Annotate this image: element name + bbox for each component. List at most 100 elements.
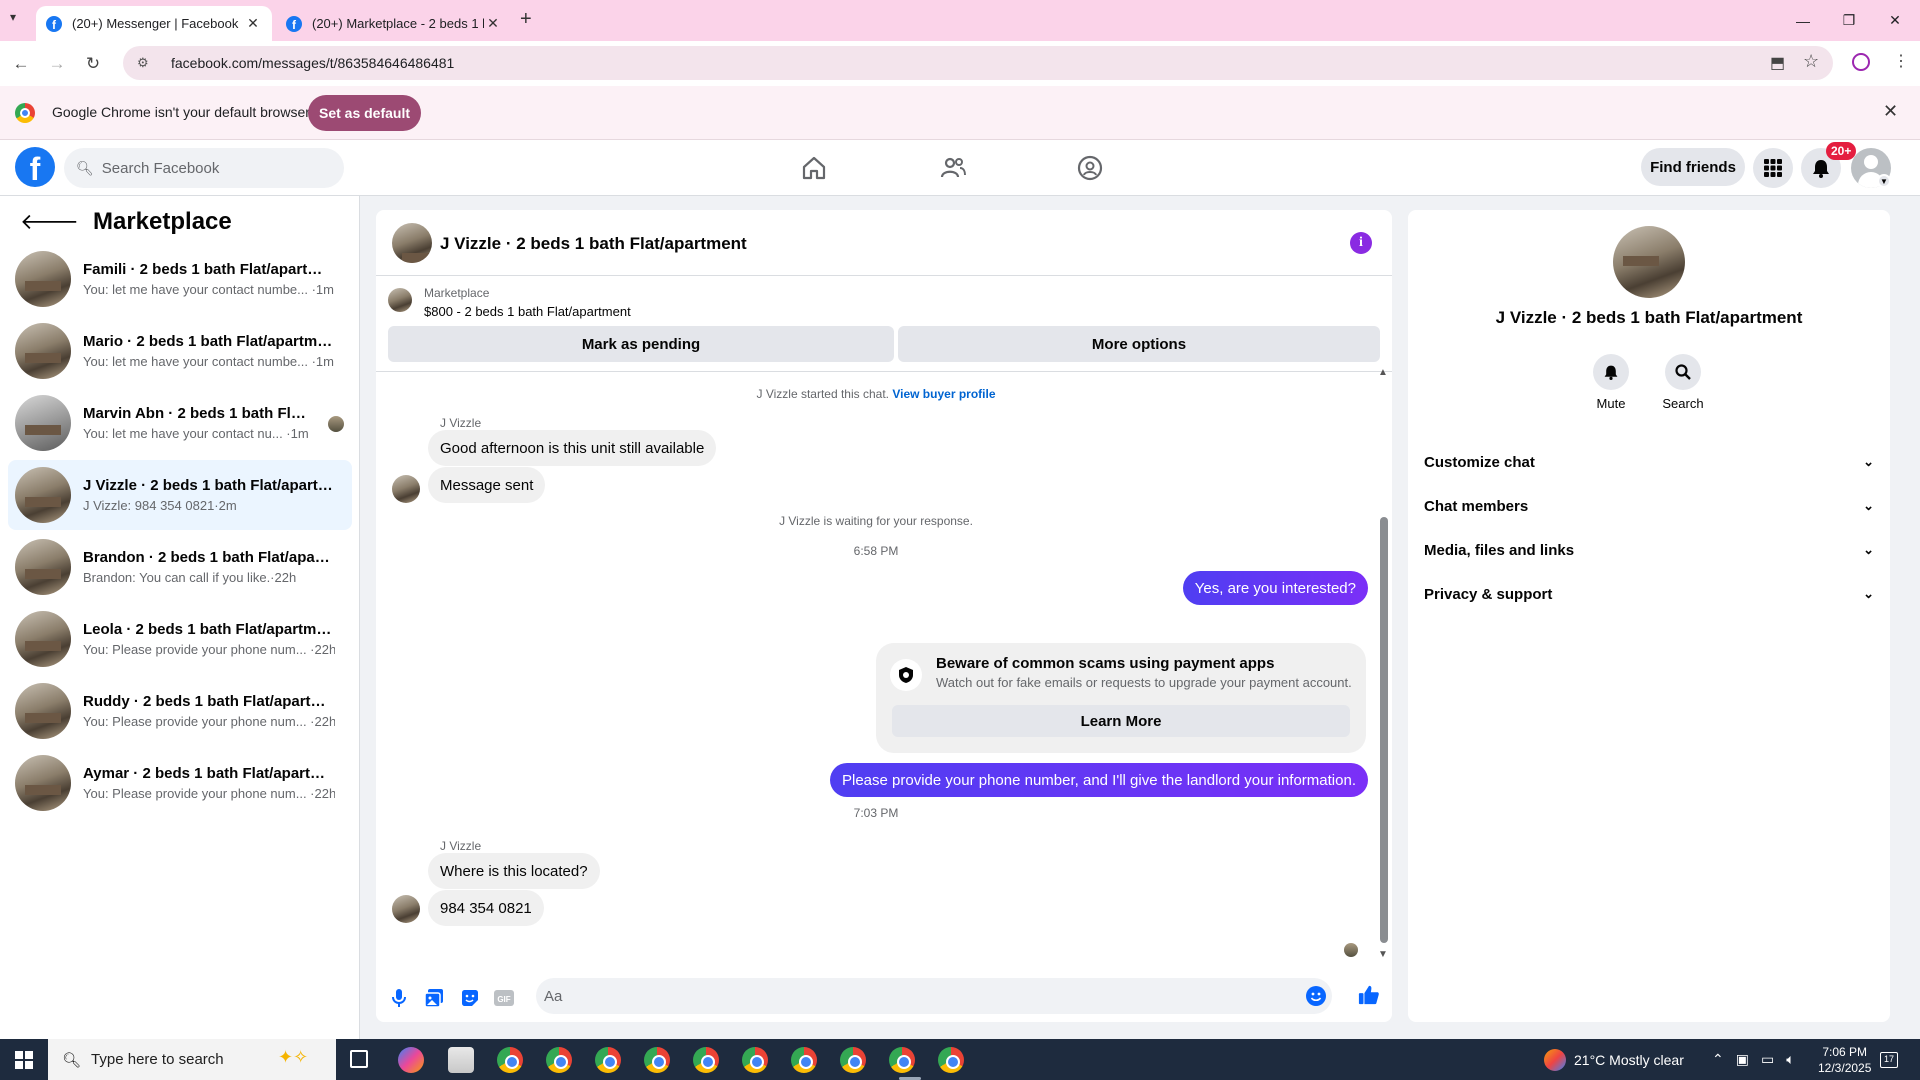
network-icon[interactable]: ▭ [1761, 1051, 1774, 1068]
facebook-logo-icon[interactable]: f [15, 147, 55, 187]
message-input-box[interactable] [536, 978, 1332, 1014]
chat-title[interactable]: J Vizzle · 2 beds 1 bath Flat/apartment [440, 234, 747, 254]
thumbs-up-icon[interactable] [1358, 984, 1380, 1006]
menu-grid-button[interactable] [1753, 148, 1793, 188]
info-icon[interactable]: i [1350, 232, 1372, 254]
chrome-taskbar-icon[interactable] [693, 1047, 719, 1073]
chrome-taskbar-icon[interactable] [595, 1047, 621, 1073]
notification-center[interactable]: 17 [1880, 1039, 1898, 1080]
close-tab-icon[interactable]: ✕ [484, 15, 502, 32]
restore-button[interactable]: ❐ [1826, 0, 1872, 41]
install-app-icon[interactable]: ⬒ [1770, 53, 1785, 73]
incoming-message[interactable]: Where is this located? [428, 853, 600, 889]
start-button[interactable] [0, 1039, 48, 1080]
grid-icon [1764, 159, 1782, 177]
privacy-support-row[interactable]: Privacy & support ⌄ [1424, 576, 1874, 612]
friends-nav-icon[interactable] [931, 146, 975, 190]
view-buyer-profile-link[interactable]: View buyer profile [892, 387, 995, 401]
chevron-up-icon[interactable]: ⌃ [1712, 1051, 1724, 1068]
task-view-icon[interactable] [350, 1050, 368, 1068]
conversation-item[interactable]: J Vizzle · 2 beds 1 bath Flat/apartm... J… [8, 460, 352, 530]
chrome-taskbar-icon[interactable] [546, 1047, 572, 1073]
chrome-taskbar-icon[interactable] [938, 1047, 964, 1073]
scrollbar-thumb[interactable] [1380, 517, 1388, 943]
chat-members-row[interactable]: Chat members ⌄ [1424, 488, 1874, 524]
chrome-taskbar-icon[interactable] [644, 1047, 670, 1073]
media-files-links-row[interactable]: Media, files and links ⌄ [1424, 532, 1874, 568]
profile-icon[interactable] [1852, 53, 1870, 71]
minimize-button[interactable]: — [1780, 0, 1826, 41]
camera-icon[interactable]: ▣ [1736, 1051, 1749, 1068]
learn-more-button[interactable]: Learn More [892, 705, 1350, 737]
set-default-button[interactable]: Set as default [308, 95, 421, 131]
conversation-item[interactable]: Brandon · 2 beds 1 bath Flat/apart... Bra… [8, 532, 352, 602]
chrome-menu-icon[interactable]: ⋮ [1893, 51, 1909, 71]
incoming-message[interactable]: Good afternoon is this unit still availa… [428, 430, 717, 466]
conversation-item[interactable]: Mario · 2 beds 1 bath Flat/apartme... You… [8, 316, 352, 386]
forward-button[interactable]: → [44, 51, 70, 77]
photo-icon[interactable] [423, 987, 445, 1009]
chrome-taskbar-icon[interactable] [840, 1047, 866, 1073]
back-button[interactable]: ← [8, 51, 34, 77]
outgoing-message[interactable]: Yes, are you interested? [1182, 571, 1368, 605]
find-friends-button[interactable]: Find friends [1641, 148, 1745, 186]
close-tab-icon[interactable]: ✕ [244, 15, 262, 32]
weather-widget[interactable]: 21°C Mostly clear [1544, 1039, 1684, 1080]
incoming-message[interactable]: 984 354 0821 [428, 890, 544, 926]
emoji-icon[interactable] [1306, 986, 1326, 1006]
scroll-down-arrow-icon[interactable]: ▼ [1378, 949, 1388, 960]
mark-pending-button[interactable]: Mark as pending [388, 326, 894, 362]
search-conversation-button[interactable]: Search [1653, 354, 1713, 411]
conversation-item[interactable]: Ruddy · 2 beds 1 bath Flat/apartm... You:… [8, 676, 352, 746]
conversation-item[interactable]: Famili · 2 beds 1 bath Flat/apartme... Yo… [8, 244, 352, 314]
gif-icon[interactable]: GIF [493, 987, 515, 1009]
sender-avatar[interactable] [392, 475, 420, 503]
sticker-icon[interactable] [459, 987, 481, 1009]
conversation-item[interactable]: Leola · 2 beds 1 bath Flat/apartment You:… [8, 604, 352, 674]
chrome-taskbar-icon[interactable] [889, 1047, 915, 1073]
outgoing-message[interactable]: Please provide your phone number, and I'… [829, 763, 1368, 797]
tab-marketplace[interactable]: f (20+) Marketplace - 2 beds 1 bath ✕ [276, 6, 512, 41]
chrome-taskbar-icon[interactable] [742, 1047, 768, 1073]
conversation-item[interactable]: Marvin Abn · 2 beds 1 bath Flat/... You: … [8, 388, 352, 458]
volume-icon[interactable]: 🔈︎ [1786, 1051, 1794, 1068]
chat-avatar[interactable] [392, 223, 432, 263]
message-composer: GIF [376, 972, 1392, 1022]
more-options-button[interactable]: More options [898, 326, 1380, 362]
message-thread[interactable]: J Vizzle started this chat. View buyer p… [376, 367, 1392, 963]
microphone-icon[interactable] [388, 987, 410, 1009]
mute-button[interactable]: Mute [1581, 354, 1641, 411]
bookmark-star-icon[interactable]: ☆ [1803, 51, 1819, 72]
home-nav-icon[interactable] [792, 146, 836, 190]
listing-price[interactable]: $800 - 2 beds 1 bath Flat/apartment [424, 304, 631, 319]
back-arrow-icon[interactable]: 🡐 [20, 209, 79, 235]
conversation-preview: You: Please provide your phone num... ·2… [83, 714, 335, 729]
url-bar[interactable]: ⚙ facebook.com/messages/t/86358464648648… [123, 46, 1833, 80]
clock[interactable]: 7:06 PM 12/3/2025 [1818, 1039, 1871, 1080]
taskbar-search[interactable]: 🔍︎ Type here to search ✦✧ [48, 1039, 336, 1080]
customize-chat-row[interactable]: Customize chat ⌄ [1424, 444, 1874, 480]
chrome-taskbar-icon[interactable] [497, 1047, 523, 1073]
app-icon[interactable] [448, 1047, 474, 1073]
close-infobar-icon[interactable]: ✕ [1883, 101, 1898, 122]
scroll-up-arrow-icon[interactable]: ▲ [1378, 367, 1388, 378]
close-window-button[interactable]: ✕ [1872, 0, 1918, 41]
tab-messenger[interactable]: f (20+) Messenger | Facebook ✕ [36, 6, 272, 41]
site-info-icon[interactable]: ⚙ [137, 55, 157, 71]
groups-nav-icon[interactable] [1068, 146, 1112, 190]
chrome-taskbar-icon[interactable] [791, 1047, 817, 1073]
contact-avatar[interactable] [1613, 226, 1685, 298]
new-tab-button[interactable]: + [520, 8, 532, 31]
conversation-item[interactable]: Aymar · 2 beds 1 bath Flat/apartm... You:… [8, 748, 352, 818]
incoming-message[interactable]: Message sent [428, 467, 546, 503]
reload-button[interactable]: ↻ [80, 51, 106, 77]
facebook-search[interactable]: 🔍︎ [64, 148, 344, 188]
tray-icons[interactable]: ⌃ ▣ ▭ 🔈︎ [1712, 1039, 1795, 1080]
search-input[interactable] [101, 159, 302, 177]
copilot-icon[interactable] [398, 1047, 424, 1073]
sender-avatar[interactable] [392, 895, 420, 923]
message-input[interactable] [544, 987, 1144, 1005]
thread-scrollbar[interactable]: ▲ ▼ [1376, 367, 1388, 963]
conversation-name: Leola · 2 beds 1 bath Flat/apartment [83, 621, 335, 638]
tab-search-chevron-icon[interactable]: ▾ [10, 10, 16, 24]
